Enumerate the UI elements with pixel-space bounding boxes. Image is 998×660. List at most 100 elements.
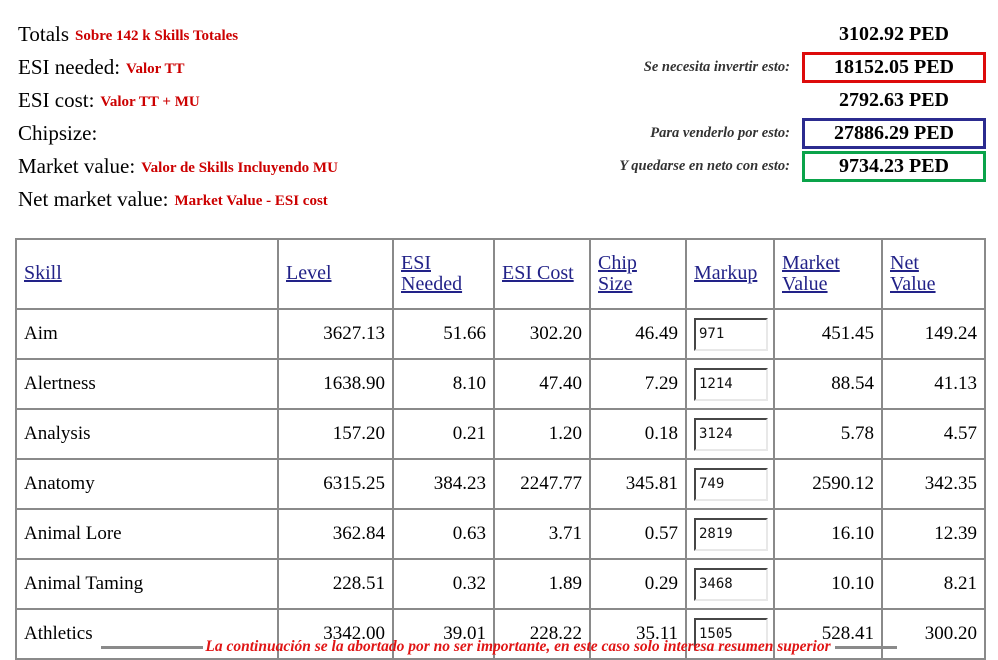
summary-row-esi-cost: ESI cost: Valor TT + MU <box>18 84 538 117</box>
footer-note-bar: La continuación se la abortado por no se… <box>0 636 998 658</box>
cell-net-value: 342.35 <box>881 458 986 510</box>
header-line: Market <box>782 251 840 274</box>
value-caption-neto: Y quedarse en neto con esto: <box>619 158 790 174</box>
cell-markup <box>685 458 775 510</box>
cell-markup <box>685 408 775 460</box>
column-header-markup[interactable]: Markup <box>685 238 775 310</box>
cell-skill-name: Animal Taming <box>15 558 279 610</box>
cell-esi-cost: 47.40 <box>493 358 591 410</box>
cell-skill-name: Anatomy <box>15 458 279 510</box>
table-header-row: Skill Level ESI Needed ESI Cost Chip Siz… <box>15 238 986 310</box>
column-header-esi-needed[interactable]: ESI Needed <box>392 238 495 310</box>
value-caption-venderlo: Para venderlo por esto: <box>650 125 790 141</box>
cell-net-value: 8.21 <box>881 558 986 610</box>
cell-market-value: 16.10 <box>773 508 883 560</box>
cell-skill-name: Alertness <box>15 358 279 410</box>
cell-chip-size: 0.18 <box>589 408 687 460</box>
cell-chip-size: 0.57 <box>589 508 687 560</box>
cell-esi-needed: 0.21 <box>392 408 495 460</box>
table-row: Animal Lore362.840.633.710.57 16.1012.39 <box>15 508 986 560</box>
footer-rule-right <box>834 645 897 649</box>
summary-label: ESI needed: <box>18 55 121 79</box>
cell-net-value: 4.57 <box>881 408 986 460</box>
summary-row-net-market-value: Net market value: Market Value - ESI cost <box>18 183 538 216</box>
cell-market-value: 5.78 <box>773 408 883 460</box>
cell-chip-size: 0.29 <box>589 558 687 610</box>
cell-skill-name: Aim <box>15 308 279 360</box>
value-row-net-market-value: Y quedarse en neto con esto: 9734.23 PED <box>516 150 986 183</box>
cell-net-value: 12.39 <box>881 508 986 560</box>
value-amount-market-value: 27886.29 PED <box>802 118 986 149</box>
markup-input[interactable] <box>694 517 768 551</box>
value-row-market-value: Para venderlo por esto: 27886.29 PED <box>516 117 986 150</box>
cell-level: 228.51 <box>277 558 394 610</box>
header-line: Value <box>890 273 936 295</box>
summary-note <box>97 127 103 143</box>
cell-esi-cost: 302.20 <box>493 308 591 360</box>
summary-label: Market value: <box>18 154 136 178</box>
summary-label: Chipsize: <box>18 121 98 145</box>
markup-input[interactable] <box>694 467 768 501</box>
totals-label-column: Totals Sobre 142 k Skills Totales ESI nee… <box>18 18 538 216</box>
cell-chip-size: 7.29 <box>589 358 687 410</box>
totals-value-column: 3102.92 PED Se necesita invertir esto: 1… <box>516 18 986 183</box>
summary-row-chipsize: Chipsize: <box>18 117 538 150</box>
cell-esi-needed: 0.63 <box>392 508 495 560</box>
cell-market-value: 88.54 <box>773 358 883 410</box>
column-header-level[interactable]: Level <box>277 238 394 310</box>
column-header-chip-size[interactable]: Chip Size <box>589 238 687 310</box>
cell-level: 157.20 <box>277 408 394 460</box>
summary-label: Totals <box>18 22 70 46</box>
cell-markup <box>685 358 775 410</box>
cell-market-value: 10.10 <box>773 558 883 610</box>
column-header-net-value[interactable]: Net Value <box>881 238 986 310</box>
cell-level: 1638.90 <box>277 358 394 410</box>
cell-level: 3627.13 <box>277 308 394 360</box>
summary-row-market-value: Market value: Valor de Skills Incluyendo … <box>18 150 538 183</box>
summary-note: Valor TT <box>126 61 185 77</box>
table-row: Animal Taming228.510.321.890.29 10.108.21 <box>15 558 986 610</box>
summary-note: Valor de Skills Incluyendo MU <box>141 160 338 176</box>
cell-esi-needed: 51.66 <box>392 308 495 360</box>
value-row-esi-needed: 3102.92 PED <box>516 18 986 51</box>
summary-label: Net market value: <box>18 187 169 211</box>
column-header-skill[interactable]: Skill <box>15 238 279 310</box>
table-row: Anatomy6315.25384.232247.77345.81 2590.12… <box>15 458 986 510</box>
cell-market-value: 2590.12 <box>773 458 883 510</box>
markup-input[interactable] <box>694 567 768 601</box>
footer-rule-left <box>101 645 204 649</box>
cell-esi-cost: 1.89 <box>493 558 591 610</box>
column-header-esi-cost[interactable]: ESI Cost <box>493 238 591 310</box>
value-amount-net-market-value: 9734.23 PED <box>802 151 986 182</box>
cell-esi-needed: 8.10 <box>392 358 495 410</box>
header-line: ESI <box>401 251 431 274</box>
header-line: Markup <box>694 262 758 285</box>
header-line: Chip <box>598 251 637 274</box>
markup-input[interactable] <box>694 317 768 351</box>
value-amount-esi-needed: 3102.92 PED <box>839 23 949 45</box>
summary-note: Valor TT + MU <box>100 94 200 110</box>
cell-esi-needed: 384.23 <box>392 458 495 510</box>
cell-markup <box>685 308 775 360</box>
header-line: ESI Cost <box>502 262 574 285</box>
summary-note: Market Value - ESI cost <box>174 193 328 209</box>
cell-esi-cost: 1.20 <box>493 408 591 460</box>
header-line: Net <box>890 251 919 274</box>
cell-level: 6315.25 <box>277 458 394 510</box>
value-row-esi-cost: Se necesita invertir esto: 18152.05 PED <box>516 51 986 84</box>
summary-row-totals: Totals Sobre 142 k Skills Totales <box>18 18 538 51</box>
cell-markup <box>685 558 775 610</box>
header-line: Skill <box>24 262 62 285</box>
header-line: Needed <box>401 273 463 295</box>
skills-table-body: Aim3627.1351.66302.2046.49451.45149.24Al… <box>15 308 986 660</box>
footer-note-text: La continuación se la abortado por no se… <box>205 638 831 655</box>
markup-input[interactable] <box>694 417 768 451</box>
markup-input[interactable] <box>694 367 768 401</box>
cell-skill-name: Animal Lore <box>15 508 279 560</box>
column-header-market-value[interactable]: Market Value <box>773 238 883 310</box>
header-line: Value <box>782 273 828 295</box>
cell-chip-size: 46.49 <box>589 308 687 360</box>
cell-net-value: 41.13 <box>881 358 986 410</box>
value-amount-esi-cost: 18152.05 PED <box>802 52 986 83</box>
cell-skill-name: Analysis <box>15 408 279 460</box>
